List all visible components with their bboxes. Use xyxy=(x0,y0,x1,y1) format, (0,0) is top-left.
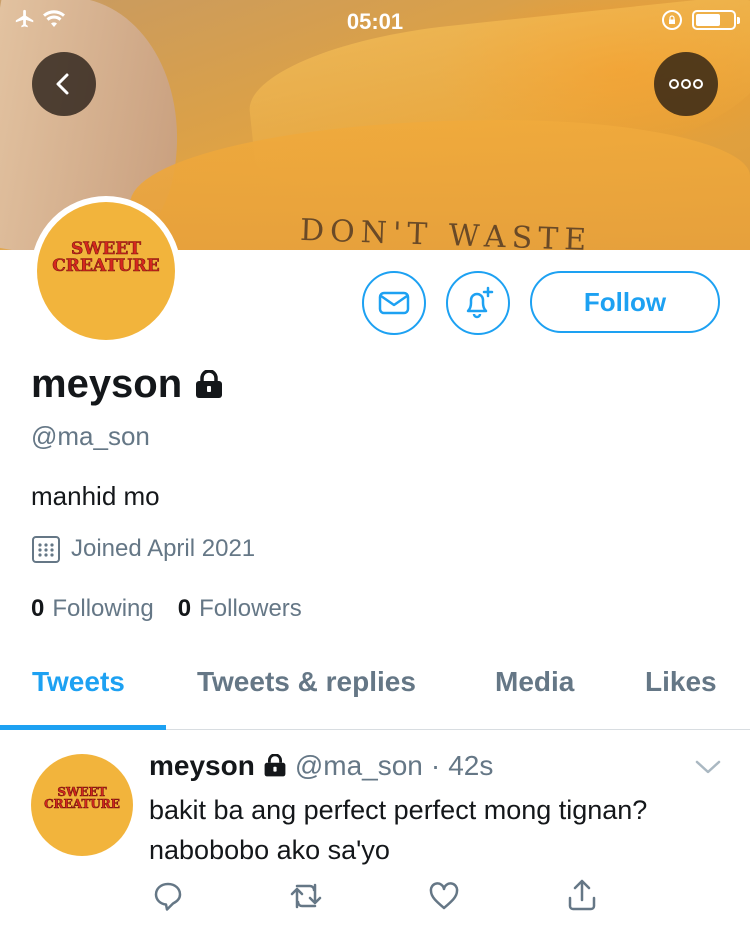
following-stat[interactable]: 0 Following xyxy=(31,595,154,623)
followers-stat[interactable]: 0 Followers xyxy=(178,595,302,623)
status-bar: 05:01 xyxy=(0,0,750,40)
message-button[interactable] xyxy=(362,271,426,335)
more-icon xyxy=(669,79,703,89)
joined-text: Joined April 2021 xyxy=(71,535,256,562)
tweet-text: bakit ba ang perfect perfect mong tignan… xyxy=(149,795,648,865)
calendar-icon xyxy=(32,536,60,563)
tweet-timestamp[interactable]: 42s xyxy=(448,750,493,782)
tab-media[interactable]: Media xyxy=(495,666,574,698)
tab-tweets-replies[interactable]: Tweets & replies xyxy=(197,666,416,698)
following-count: 0 xyxy=(31,595,45,622)
bell-plus-icon xyxy=(466,286,494,319)
battery-icon xyxy=(692,10,740,30)
mail-icon xyxy=(378,291,410,315)
reply-icon xyxy=(154,882,182,911)
tweet-author-handle: @ma_son xyxy=(294,750,423,781)
profile-handle: @ma_son xyxy=(31,421,150,451)
profile-bio: manhid mo xyxy=(31,481,160,511)
avatar-logo-line2: CREATURE xyxy=(52,256,160,276)
more-options-button[interactable] xyxy=(654,52,718,116)
tweet-menu-button[interactable] xyxy=(694,758,722,781)
follow-button[interactable]: Follow xyxy=(530,271,720,333)
share-icon xyxy=(568,879,596,911)
status-time: 05:01 xyxy=(346,9,404,34)
like-button[interactable] xyxy=(428,880,460,917)
rotation-lock-icon xyxy=(662,10,682,30)
back-arrow-icon xyxy=(56,73,69,95)
tab-likes[interactable]: Likes xyxy=(645,666,717,698)
tweet-author-name[interactable]: meyson xyxy=(149,750,255,782)
lock-icon xyxy=(196,369,223,398)
tweet-header: meyson @ma_son · 42s xyxy=(149,750,493,782)
like-icon xyxy=(429,882,459,910)
avatar-logo-line2: CREATURE xyxy=(44,797,120,811)
retweet-icon xyxy=(290,883,322,909)
retweet-button[interactable] xyxy=(288,880,324,917)
reply-button[interactable] xyxy=(152,880,184,917)
notifications-button[interactable] xyxy=(446,271,510,335)
following-label: Following xyxy=(52,595,154,622)
share-button[interactable] xyxy=(566,878,598,917)
profile-tabs: Tweets Tweets & replies Media Likes xyxy=(0,640,750,730)
tweet-meta-separator: · xyxy=(430,750,441,781)
active-tab-indicator xyxy=(0,725,166,730)
profile-avatar[interactable]: SWEET CREATURE xyxy=(31,196,181,346)
tab-tweets[interactable]: Tweets xyxy=(32,666,125,698)
chevron-down-icon xyxy=(695,760,721,774)
joined-date: Joined April 2021 xyxy=(31,534,255,564)
followers-count: 0 xyxy=(177,595,192,622)
tweet-avatar[interactable]: SWEET CREATURE xyxy=(31,754,133,856)
back-button[interactable] xyxy=(32,52,96,116)
display-name: meyson xyxy=(31,362,183,406)
lock-icon xyxy=(264,754,286,777)
followers-label: Followers xyxy=(199,595,302,622)
